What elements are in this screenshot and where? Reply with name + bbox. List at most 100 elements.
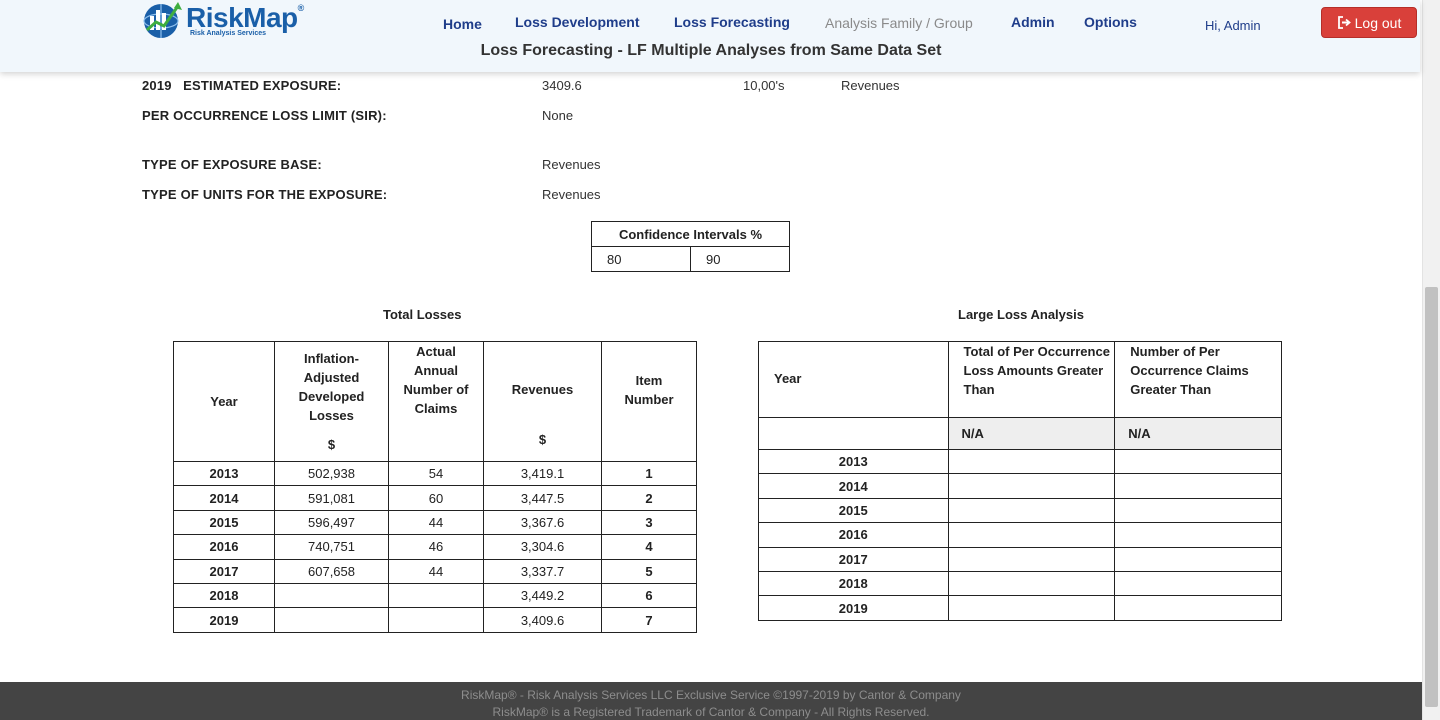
lla-row-year: 2018 <box>758 570 949 597</box>
lla-row-year: 2017 <box>758 546 949 572</box>
lla-header-total: Total of Per Occurrence Loss Amounts Gre… <box>947 341 1116 418</box>
col-header-revenues: Revenues $ <box>483 341 602 462</box>
exposure-label-text: ESTIMATED EXPOSURE: <box>183 78 342 93</box>
confidence-value: 90 <box>689 246 791 272</box>
total-losses-title: Total Losses <box>383 307 462 322</box>
col-header-claims: Actual Annual Number of Claims <box>388 341 484 462</box>
lla-row-total <box>947 570 1116 597</box>
row-losses <box>274 582 389 609</box>
lla-row-year: 2016 <box>758 522 949 548</box>
brand-name: RiskMap <box>186 1 298 33</box>
row-claims: 44 <box>388 509 484 536</box>
row-revenues: 3,337.7 <box>483 558 602 584</box>
sir-value: None <box>542 108 574 123</box>
col-header-losses-unit: $ <box>327 437 336 452</box>
scrollbar-thumb[interactable] <box>1425 287 1438 707</box>
lla-row-total <box>947 522 1116 548</box>
confidence-intervals-table: Confidence Intervals % 80 90 <box>591 221 791 272</box>
table-row: 2015 596,497 44 3,367.6 3 <box>173 509 697 536</box>
row-revenues: 3,304.6 <box>483 534 602 560</box>
col-header-year: Year <box>173 341 275 462</box>
nav-admin[interactable]: Admin <box>1011 14 1055 30</box>
lla-row-year: 2015 <box>758 497 949 524</box>
row-revenues: 3,447.5 <box>483 485 602 511</box>
lla-row-year: 2014 <box>758 473 949 499</box>
row-claims <box>388 607 484 633</box>
row-losses <box>274 607 389 633</box>
col-header-claims-label: Actual Annual Number of Claims <box>403 344 469 416</box>
table-row: 2014 <box>758 473 1282 499</box>
brand-reg-mark: ® <box>297 2 305 13</box>
table-row: 2019 3,409.6 7 <box>173 607 697 633</box>
nav-loss-development[interactable]: Loss Development <box>515 14 639 30</box>
exposure-label: 2019 ESTIMATED EXPOSURE: <box>142 78 341 93</box>
confidence-intervals-header: Confidence Intervals % <box>591 221 790 247</box>
table-row: 2018 3,449.2 6 <box>173 582 697 609</box>
logout-label: Log out <box>1354 14 1402 31</box>
exposure-base-label: TYPE OF EXPOSURE BASE: <box>142 157 322 172</box>
row-losses: 591,081 <box>274 485 389 511</box>
exposure-year: 2019 <box>142 78 172 93</box>
table-row: 2017 <box>758 546 1282 572</box>
globe-chart-icon <box>143 2 182 38</box>
page-title: Loss Forecasting - LF Multiple Analyses … <box>480 42 942 59</box>
row-losses: 596,497 <box>274 509 389 536</box>
table-row: 2014 591,081 60 3,447.5 2 <box>173 485 697 511</box>
total-losses-table: Year Inflation-Adjusted Developed Losses… <box>173 341 697 633</box>
lla-header-year-label: Year <box>774 371 802 386</box>
row-claims: 60 <box>388 485 484 511</box>
lla-header-number-label: Number of Per Occurrence Claims Greater … <box>1130 344 1249 397</box>
table-row: 2017 607,658 44 3,337.7 5 <box>173 558 697 584</box>
lla-threshold-total[interactable]: N/A <box>947 417 1116 450</box>
nav-home[interactable]: Home <box>443 16 482 32</box>
lla-row-number <box>1114 570 1282 597</box>
lla-row-number <box>1114 473 1282 499</box>
lla-row-number <box>1114 522 1282 548</box>
row-revenues: 3,367.6 <box>483 509 602 536</box>
row-item-number: 5 <box>601 558 697 584</box>
row-claims: 44 <box>388 558 484 584</box>
lla-header-year: Year <box>758 341 949 418</box>
riskmap-logo[interactable]: RiskMap® Risk Analysis Services <box>142 0 304 40</box>
row-item-number: 6 <box>601 582 697 609</box>
table-row: 2016 <box>758 522 1282 548</box>
lla-threshold-blank <box>758 417 949 450</box>
table-row: 2016 740,751 46 3,304.6 4 <box>173 534 697 560</box>
user-greeting[interactable]: Hi, Admin <box>1205 18 1261 33</box>
nav-loss-forecasting[interactable]: Loss Forecasting <box>674 14 790 30</box>
lla-row-year: 2013 <box>758 448 949 475</box>
row-revenues: 3,449.2 <box>483 582 602 609</box>
col-header-item: Item Number <box>601 341 697 462</box>
exposure-unit: 10,00's <box>743 78 785 93</box>
col-header-losses-label: Inflation-Adjusted Developed Losses <box>298 351 365 423</box>
lla-row-number <box>1114 546 1282 572</box>
row-year: 2014 <box>173 485 275 511</box>
lla-row-total <box>947 448 1116 475</box>
row-claims: 54 <box>388 460 484 487</box>
table-row: 2018 <box>758 570 1282 597</box>
table-row: 2019 <box>758 595 1282 621</box>
lla-row-number <box>1114 497 1282 524</box>
lla-threshold-number[interactable]: N/A <box>1114 417 1282 450</box>
exposure-base-value: Revenues <box>542 157 601 172</box>
lla-row-total <box>947 546 1116 572</box>
row-year: 2017 <box>173 558 275 584</box>
col-header-revenues-unit: $ <box>538 432 547 447</box>
footer-copyright: RiskMap® - Risk Analysis Services LLC Ex… <box>461 688 961 702</box>
nav-analysis-family-group[interactable]: Analysis Family / Group <box>825 15 973 31</box>
col-header-revenues-label: Revenues <box>511 382 574 397</box>
top-navbar: RiskMap® Risk Analysis Services Home Los… <box>0 0 1420 72</box>
row-item-number: 3 <box>601 509 697 536</box>
row-revenues: 3,419.1 <box>483 460 602 487</box>
row-claims: 46 <box>388 534 484 560</box>
table-row: 2013 502,938 54 3,419.1 1 <box>173 460 697 487</box>
logout-button[interactable]: Log out <box>1321 7 1417 38</box>
lla-row-total <box>947 497 1116 524</box>
footer-trademark: RiskMap® is a Registered Trademark of Ca… <box>492 705 930 719</box>
table-row: 2013 <box>758 448 1282 475</box>
row-year: 2013 <box>173 460 275 487</box>
page-scrollbar[interactable] <box>1422 0 1440 720</box>
lla-row-number <box>1114 595 1282 621</box>
row-losses: 740,751 <box>274 534 389 560</box>
nav-options[interactable]: Options <box>1084 14 1137 30</box>
